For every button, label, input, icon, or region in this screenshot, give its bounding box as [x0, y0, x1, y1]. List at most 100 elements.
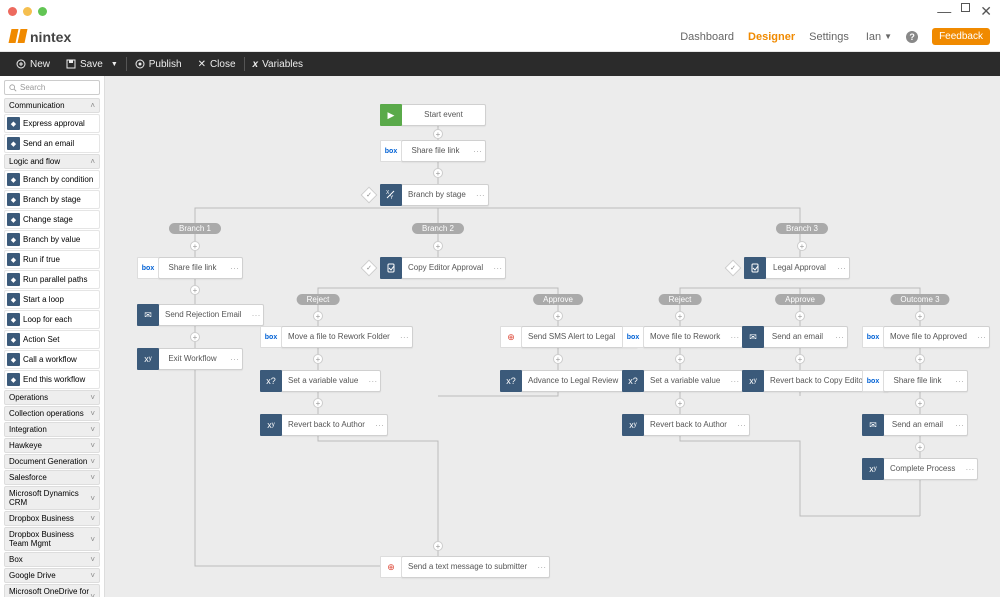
add-connector[interactable]: + — [313, 398, 323, 408]
node-send-text-submitter[interactable]: ⊕ Send a text message to submitter⋯ — [380, 556, 550, 578]
node-revert-author-b3[interactable]: xy Revert back to Author⋯ — [622, 414, 750, 436]
ellipsis-icon[interactable]: ⋯ — [831, 332, 847, 343]
new-button[interactable]: New — [8, 52, 58, 76]
minimize-window-dot[interactable] — [23, 7, 32, 16]
add-connector[interactable]: + — [675, 311, 685, 321]
ellipsis-icon[interactable]: ⋯ — [226, 263, 242, 274]
sidebar-action-branch-by-condition[interactable]: ◆Branch by condition — [4, 170, 100, 189]
add-connector[interactable]: + — [797, 241, 807, 251]
ellipsis-icon[interactable]: ⋯ — [973, 332, 989, 343]
ellipsis-icon[interactable]: ⋯ — [951, 420, 967, 431]
publish-button[interactable]: Publish — [127, 52, 190, 76]
ellipsis-icon[interactable]: ⋯ — [371, 420, 387, 431]
nav-settings[interactable]: Settings — [809, 31, 849, 43]
add-connector[interactable]: + — [915, 354, 925, 364]
node-advance-legal[interactable]: x? Advance to Legal Review⋯ — [500, 370, 641, 392]
add-connector[interactable]: + — [313, 354, 323, 364]
sidebar-group-hawkeye[interactable]: Hawkeye˅ — [4, 438, 100, 453]
feedback-button[interactable]: Feedback — [932, 28, 990, 45]
ellipsis-icon[interactable]: ⋯ — [726, 332, 742, 343]
node-send-sms-legal[interactable]: ⊕ Send SMS Alert to Legal⋯ — [500, 326, 638, 348]
node-send-email-o3[interactable]: ✉ Send an email⋯ — [862, 414, 968, 436]
node-send-email-b3[interactable]: ✉ Send an email⋯ — [742, 326, 848, 348]
add-connector[interactable]: + — [675, 398, 685, 408]
add-connector[interactable]: + — [313, 311, 323, 321]
ellipsis-icon[interactable]: ⋯ — [396, 332, 412, 343]
sidebar-action-express-approval[interactable]: ◆Express approval — [4, 114, 100, 133]
add-connector[interactable]: + — [915, 398, 925, 408]
sidebar-action-send-an-email[interactable]: ◆Send an email — [4, 134, 100, 153]
add-connector[interactable]: + — [190, 241, 200, 251]
ellipsis-icon[interactable]: ⋯ — [226, 354, 242, 365]
sidebar-group-communication[interactable]: Communication˄ — [4, 98, 100, 113]
node-move-file-rework[interactable]: box Move a file to Rework Folder⋯ — [260, 326, 413, 348]
nav-dashboard[interactable]: Dashboard — [680, 31, 734, 43]
search-input[interactable]: Search — [4, 80, 100, 95]
node-share-file-link[interactable]: box Share file link⋯ — [380, 140, 486, 162]
add-connector[interactable]: + — [433, 241, 443, 251]
sidebar-group-microsoft-onedrive-for-business[interactable]: Microsoft OneDrive for Business˅ — [4, 584, 100, 597]
node-legal-approval[interactable]: Legal Approval⋯ — [744, 257, 850, 279]
add-connector[interactable]: + — [915, 311, 925, 321]
node-start-event[interactable]: ▶ Start event — [380, 104, 486, 126]
sidebar-group-salesforce[interactable]: Salesforce˅ — [4, 470, 100, 485]
sidebar-group-google-drive[interactable]: Google Drive˅ — [4, 568, 100, 583]
save-button[interactable]: Save ▼ — [58, 52, 126, 76]
sidebar-group-document-generation[interactable]: Document Generation˅ — [4, 454, 100, 469]
sidebar-group-integration[interactable]: Integration˅ — [4, 422, 100, 437]
sidebar-action-run-parallel-paths[interactable]: ◆Run parallel paths — [4, 270, 100, 289]
add-connector[interactable]: + — [675, 354, 685, 364]
ellipsis-icon[interactable]: ⋯ — [961, 464, 977, 475]
maximize-icon[interactable] — [961, 3, 970, 12]
node-set-variable-b3[interactable]: x? Set a variable value⋯ — [622, 370, 743, 392]
nav-designer[interactable]: Designer — [748, 31, 795, 43]
ellipsis-icon[interactable]: ⋯ — [247, 310, 263, 321]
sidebar-action-loop-for-each[interactable]: ◆Loop for each — [4, 310, 100, 329]
sidebar-action-start-a-loop[interactable]: ◆Start a loop — [4, 290, 100, 309]
ellipsis-icon[interactable]: ⋯ — [533, 562, 549, 573]
add-connector[interactable]: + — [553, 311, 563, 321]
variables-button[interactable]: x Variables — [245, 52, 312, 76]
node-send-rejection-email[interactable]: ✉ Send Rejection Email⋯ — [137, 304, 264, 326]
node-move-file-approved[interactable]: box Move file to Approved⋯ — [862, 326, 990, 348]
add-connector[interactable]: + — [433, 541, 443, 551]
ellipsis-icon[interactable]: ⋯ — [733, 420, 749, 431]
add-connector[interactable]: + — [553, 354, 563, 364]
sidebar-action-call-a-workflow[interactable]: ◆Call a workflow — [4, 350, 100, 369]
add-connector[interactable]: + — [433, 129, 443, 139]
ellipsis-icon[interactable]: ⋯ — [951, 376, 967, 387]
add-connector[interactable]: + — [433, 168, 443, 178]
maximize-window-dot[interactable] — [38, 7, 47, 16]
add-connector[interactable]: + — [795, 354, 805, 364]
node-copy-editor-approval[interactable]: Copy Editor Approval⋯ — [380, 257, 506, 279]
close-button[interactable]: ✕ Close — [190, 52, 244, 76]
sidebar-action-end-this-workflow[interactable]: ◆End this workflow — [4, 370, 100, 389]
node-exit-workflow[interactable]: xy Exit Workflow⋯ — [137, 348, 243, 370]
sidebar-group-collection-operations[interactable]: Collection operations˅ — [4, 406, 100, 421]
ellipsis-icon[interactable]: ⋯ — [726, 376, 742, 387]
ellipsis-icon[interactable]: ⋯ — [489, 263, 505, 274]
close-icon[interactable]: ✕ — [980, 3, 992, 20]
ellipsis-icon[interactable]: ⋯ — [364, 376, 380, 387]
sidebar-group-box[interactable]: Box˅ — [4, 552, 100, 567]
sidebar-action-run-if-true[interactable]: ◆Run if true — [4, 250, 100, 269]
nintex-logo[interactable]: nintex — [10, 29, 71, 45]
node-revert-author-b2[interactable]: xy Revert back to Author⋯ — [260, 414, 388, 436]
add-connector[interactable]: + — [190, 332, 200, 342]
sidebar-group-dropbox-business[interactable]: Dropbox Business˅ — [4, 511, 100, 526]
sidebar-action-branch-by-stage[interactable]: ◆Branch by stage — [4, 190, 100, 209]
add-connector[interactable]: + — [795, 311, 805, 321]
node-branch-by-stage[interactable]: XY Branch by stage⋯ — [380, 184, 489, 206]
user-menu[interactable]: Ian ▼ — [863, 31, 892, 43]
close-window-dot[interactable] — [8, 7, 17, 16]
sidebar-action-branch-by-value[interactable]: ◆Branch by value — [4, 230, 100, 249]
help-icon[interactable]: ? — [906, 31, 918, 43]
node-share-file-link-o3[interactable]: box Share file link⋯ — [862, 370, 968, 392]
node-share-file-link-b1[interactable]: box Share file link⋯ — [137, 257, 243, 279]
ellipsis-icon[interactable]: ⋯ — [833, 263, 849, 274]
sidebar-group-operations[interactable]: Operations˅ — [4, 390, 100, 405]
sidebar-group-microsoft-dynamics-crm[interactable]: Microsoft Dynamics CRM˅ — [4, 486, 100, 510]
workflow-canvas[interactable]: ▶ Start event + box Share file link⋯ + X… — [105, 76, 1000, 597]
node-set-variable-b2[interactable]: x? Set a variable value⋯ — [260, 370, 381, 392]
add-connector[interactable]: + — [915, 442, 925, 452]
